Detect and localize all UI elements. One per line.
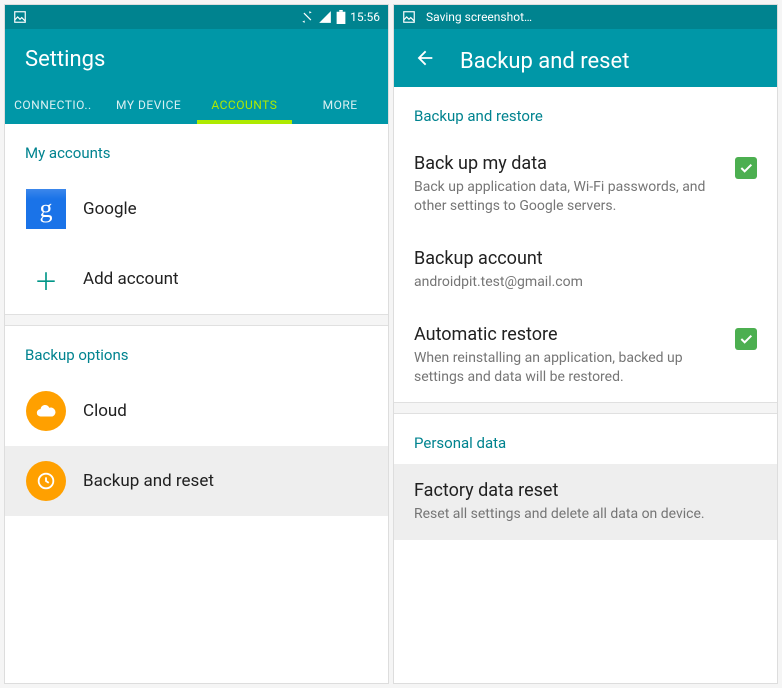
tab-my-device[interactable]: MY DEVICE [101,84,197,124]
auto-restore-checkbox[interactable] [735,328,757,350]
setting-subtitle: Back up application data, Wi-Fi password… [414,178,723,216]
screen-backup-reset: Saving screenshot… Backup and reset Back… [393,4,778,684]
setting-subtitle: When reinstalling an application, backed… [414,349,723,387]
tab-more[interactable]: MORE [292,84,388,124]
signal-icon [318,10,332,24]
status-bar: Saving screenshot… [394,5,777,29]
section-my-accounts: My accounts [5,124,388,174]
content-area: My accounts g Google ＋ Add account Backu… [5,124,388,683]
picture-icon [13,10,27,24]
vibrate-icon [300,10,314,24]
factory-reset-row[interactable]: Factory data reset Reset all settings an… [394,464,777,540]
backup-data-checkbox[interactable] [735,157,757,179]
section-backup-restore: Backup and restore [394,87,777,137]
content-area: Backup and restore Back up my data Back … [394,87,777,683]
setting-title: Automatic restore [414,324,723,345]
battery-icon [336,10,346,24]
app-bar: Settings [5,29,388,84]
setting-title: Factory data reset [414,480,745,501]
picture-icon [402,10,416,24]
google-icon: g [26,189,66,229]
backup-reset-label: Backup and reset [83,471,214,491]
screen-settings-accounts: 15:56 Settings CONNECTIO.. MY DEVICE ACC… [4,4,389,684]
status-bar: 15:56 [5,5,388,29]
tab-accounts[interactable]: ACCOUNTS [197,84,293,124]
cloud-row[interactable]: Cloud [5,376,388,446]
backup-reset-row[interactable]: Backup and reset [5,446,388,516]
account-label: Google [83,199,137,219]
setting-subtitle: Reset all settings and delete all data o… [414,505,745,524]
backup-account-row[interactable]: Backup account androidpit.test@gmail.com [394,232,777,308]
backup-reset-icon [26,461,66,501]
automatic-restore-row[interactable]: Automatic restore When reinstalling an a… [394,308,777,403]
setting-subtitle: androidpit.test@gmail.com [414,273,745,292]
add-account-label: Add account [83,269,179,289]
backup-my-data-row[interactable]: Back up my data Back up application data… [394,137,777,232]
notification-text: Saving screenshot… [426,10,532,24]
status-time: 15:56 [350,10,380,24]
plus-icon: ＋ [34,262,58,297]
account-row-google[interactable]: g Google [5,174,388,244]
page-title: Settings [25,47,105,72]
section-backup-options: Backup options [5,326,388,376]
divider [394,402,777,414]
cloud-icon [26,391,66,431]
section-personal-data: Personal data [394,414,777,464]
setting-title: Backup account [414,248,745,269]
divider [5,314,388,326]
cloud-label: Cloud [83,401,127,421]
tab-strip: CONNECTIO.. MY DEVICE ACCOUNTS MORE [5,84,388,124]
tab-connections[interactable]: CONNECTIO.. [5,84,101,124]
back-button[interactable] [414,47,436,75]
add-account-row[interactable]: ＋ Add account [5,244,388,314]
app-bar: Backup and reset [394,29,777,87]
page-title: Backup and reset [460,49,629,74]
setting-title: Back up my data [414,153,723,174]
